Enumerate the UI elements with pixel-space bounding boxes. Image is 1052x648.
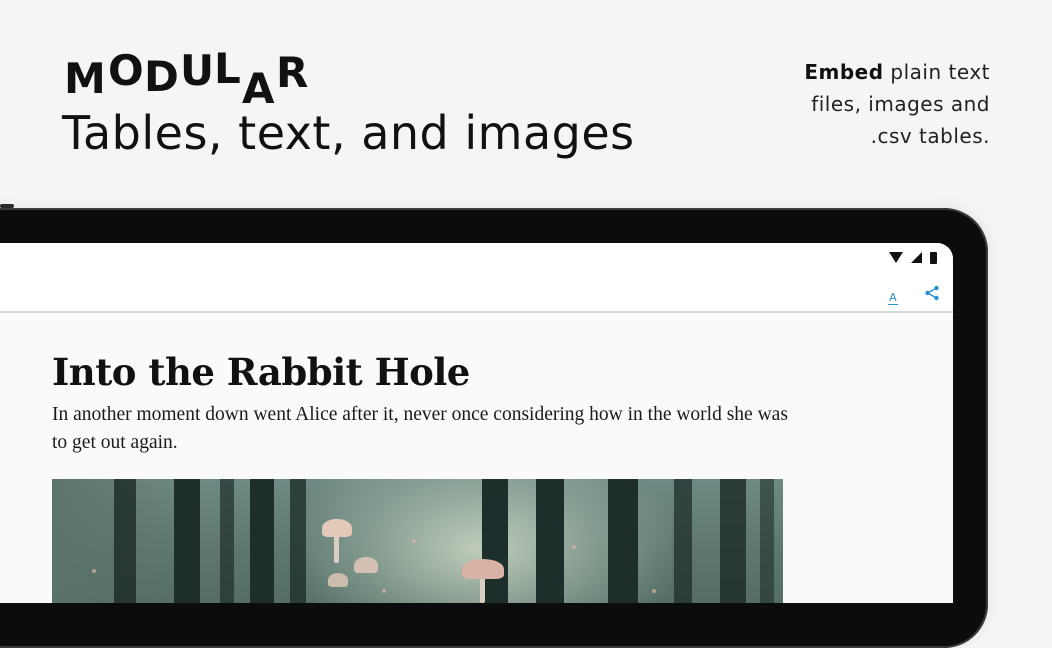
logo-letter: A: [242, 64, 276, 113]
forest-mushrooms-image: [52, 479, 783, 603]
battery-icon: [930, 252, 937, 264]
logo-letter: O: [108, 46, 145, 95]
forest-speck: [92, 569, 96, 573]
status-icons: [886, 252, 937, 264]
app-toolbar: A: [0, 273, 953, 313]
text-format-icon: A: [887, 291, 898, 305]
tree-trunk: [720, 479, 746, 603]
logo-letter: M: [64, 54, 107, 103]
logo-letter: L: [214, 44, 242, 93]
document-content: Into the Rabbit Hole In another moment d…: [52, 343, 792, 603]
mushroom-cap: [354, 557, 378, 573]
forest-speck: [412, 539, 416, 543]
logo-letter: R: [276, 48, 310, 97]
forest-speck: [652, 589, 656, 593]
document-title: Into the Rabbit Hole: [52, 350, 470, 394]
promo-headline: Tables, text, and images: [62, 106, 635, 160]
tagline-line-3: .csv tables.: [870, 124, 990, 148]
mushroom-cap: [322, 519, 352, 537]
forest-speck: [572, 545, 576, 549]
tree-trunk: [674, 479, 692, 603]
tree-trunk: [290, 479, 306, 603]
status-bar: [0, 243, 953, 273]
tagline-line-2: files, images and: [811, 92, 990, 116]
tree-trunk: [114, 479, 136, 603]
tree-trunk: [760, 479, 774, 603]
tree-trunk: [220, 479, 234, 603]
logo-letter: U: [180, 46, 216, 95]
tree-trunk: [608, 479, 638, 603]
tree-trunk: [174, 479, 200, 603]
forest-speck: [382, 589, 386, 593]
document-paragraph: In another moment down went Alice after …: [52, 404, 788, 453]
logo-letter: D: [144, 52, 180, 101]
text-format-button[interactable]: A: [882, 286, 904, 306]
tree-trunk: [536, 479, 564, 603]
tagline-line-1: Embed plain text: [750, 56, 990, 88]
tagline-line-1-rest: plain text: [883, 60, 990, 84]
share-button[interactable]: [921, 283, 943, 303]
tagline-bold: Embed: [804, 60, 884, 84]
device-side-button: [0, 204, 14, 208]
signal-icon: [910, 252, 922, 263]
mushroom-stem: [334, 533, 339, 563]
tablet-screen: A Into the Rabbit Hole In another moment…: [0, 243, 953, 603]
share-icon: [925, 285, 939, 301]
mushroom-cap: [328, 573, 348, 587]
toolbar-actions: A: [870, 283, 943, 306]
tree-trunk: [482, 479, 508, 603]
tree-trunk: [250, 479, 274, 603]
mushroom-cap: [462, 559, 504, 579]
wifi-icon: [888, 252, 903, 263]
promo-tagline: Embed plain text files, images and .csv …: [750, 56, 990, 152]
